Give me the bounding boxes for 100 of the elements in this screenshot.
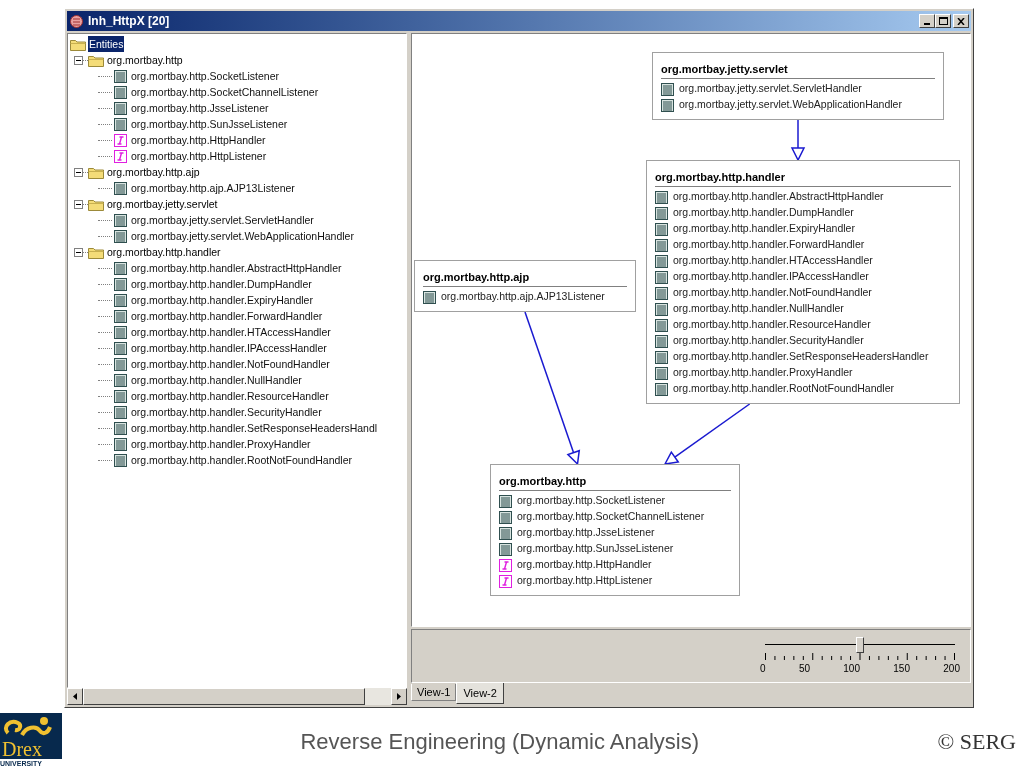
class-icon [661, 98, 674, 112]
left-arrow-icon [73, 693, 77, 700]
tree-toggle-icon[interactable] [74, 199, 83, 209]
zoom-slider[interactable] [765, 636, 955, 653]
class-icon [655, 286, 668, 300]
class-icon [114, 453, 127, 467]
class-icon [423, 290, 436, 304]
package-label[interactable]: org.mortbay.http.ajp [107, 164, 200, 180]
tree-root-label[interactable]: Entities [88, 36, 125, 52]
class-label[interactable]: org.mortbay.http.JsseListener [131, 100, 269, 116]
class-label[interactable]: org.mortbay.http.handler.IPAccessHandler [131, 340, 327, 356]
app-icon [69, 13, 84, 29]
class-label[interactable]: org.mortbay.http.HttpListener [131, 148, 267, 164]
close-button[interactable] [953, 14, 969, 28]
class-label[interactable]: org.mortbay.http.handler.RootNotFoundHandler [131, 452, 353, 468]
member-label: org.mortbay.http.handler.ExpiryHandler [673, 221, 855, 237]
copyright-text: © SERG [937, 728, 1017, 756]
package-node[interactable]: org.mortbay.jetty.servlet org.mortbay.jetty.servlet.ServletHandler org.mortbay.jetty.servlet.WebApplicationHandler [652, 52, 944, 120]
class-label[interactable]: org.mortbay.http.handler.AbstractHttpHandler [131, 260, 342, 276]
class-label[interactable]: org.mortbay.http.handler.NullHandler [131, 372, 302, 388]
class-icon [114, 437, 127, 451]
node-title: org.mortbay.http [499, 473, 587, 489]
slide-footer-title: Reverse Engineering (Dynamic Analysis) [300, 728, 700, 756]
tick-label: 50 [798, 661, 810, 676]
class-label[interactable]: org.mortbay.http.handler.HTAccessHandler [131, 324, 331, 340]
maximize-button[interactable] [935, 14, 951, 28]
tick-label: 100 [843, 661, 860, 676]
class-icon [655, 270, 668, 284]
scroll-left-button[interactable] [67, 688, 83, 705]
class-icon [114, 181, 127, 195]
interface-icon [499, 558, 512, 572]
member-label: org.mortbay.http.handler.SecurityHandler [673, 333, 864, 349]
class-label[interactable]: org.mortbay.jetty.servlet.WebApplicationHandler [131, 228, 354, 244]
class-icon [655, 190, 668, 204]
right-arrow-icon [397, 693, 401, 700]
member-label: org.mortbay.http.handler.ResourceHandler [673, 317, 871, 333]
member-label: org.mortbay.http.handler.HTAccessHandler [673, 253, 873, 269]
member-label: org.mortbay.jetty.servlet.ServletHandler [679, 81, 862, 97]
class-icon [655, 350, 668, 364]
class-label[interactable]: org.mortbay.http.handler.ResourceHandler [131, 388, 329, 404]
class-label[interactable]: org.mortbay.http.handler.ExpiryHandler [131, 292, 313, 308]
minimize-button[interactable] [919, 14, 935, 28]
class-label[interactable]: org.mortbay.http.handler.SetResponseHeadersHandl [131, 420, 378, 436]
member-label: org.mortbay.http.handler.ForwardHandler [673, 237, 865, 253]
member-label: org.mortbay.jetty.servlet.WebApplicationHandler [679, 97, 902, 113]
class-label[interactable]: org.mortbay.http.handler.SecurityHandler [131, 404, 322, 420]
package-label[interactable]: org.mortbay.http.handler [107, 244, 221, 260]
class-icon [114, 213, 127, 227]
folder-icon [88, 197, 104, 211]
class-icon [114, 357, 127, 371]
tree-toggle-icon[interactable] [74, 55, 83, 65]
class-label[interactable]: org.mortbay.http.ajp.AJP13Listener [131, 180, 295, 196]
member-label: org.mortbay.http.handler.AbstractHttpHandler [673, 189, 884, 205]
maximize-icon [938, 17, 948, 25]
class-label[interactable]: org.mortbay.http.SocketChannelListener [131, 84, 319, 100]
class-label[interactable]: org.mortbay.http.HttpHandler [131, 132, 266, 148]
class-label[interactable]: org.mortbay.http.SunJsseListener [131, 116, 288, 132]
interface-icon [499, 574, 512, 588]
class-icon [499, 510, 512, 524]
class-label[interactable]: org.mortbay.http.handler.ForwardHandler [131, 308, 323, 324]
class-label[interactable]: org.mortbay.http.handler.ProxyHandler [131, 436, 311, 452]
folder-icon [88, 53, 104, 67]
class-icon [114, 229, 127, 243]
class-icon [655, 302, 668, 316]
tree-toggle-icon[interactable] [74, 247, 83, 257]
class-icon [114, 117, 127, 131]
view-tab[interactable]: View-1 [411, 684, 457, 701]
class-icon [499, 526, 512, 540]
class-icon [499, 494, 512, 508]
inheritance-arrow [790, 119, 806, 162]
scrollbar-thumb[interactable] [83, 688, 365, 705]
tick-label: 200 [943, 661, 960, 676]
close-icon [957, 17, 965, 25]
horizontal-scrollbar[interactable] [67, 688, 407, 705]
node-title: org.mortbay.jetty.servlet [661, 61, 788, 77]
member-label: org.mortbay.http.HttpHandler [517, 557, 652, 573]
window-title: Inh_HttpX [20] [88, 13, 171, 30]
class-label[interactable]: org.mortbay.jetty.servlet.ServletHandler [131, 212, 314, 228]
tick-label: 0 [760, 661, 766, 676]
package-node[interactable]: org.mortbay.http.ajp org.mortbay.http.ajp.AJP13Listener [414, 260, 636, 312]
view-tab[interactable]: View-2 [456, 683, 504, 704]
tree-toggle-icon[interactable] [74, 167, 83, 177]
slider-ticks-icon [765, 652, 955, 661]
member-label: org.mortbay.http.handler.NullHandler [673, 301, 844, 317]
class-label[interactable]: org.mortbay.http.SocketListener [131, 68, 280, 84]
package-label[interactable]: org.mortbay.jetty.servlet [107, 196, 218, 212]
package-node[interactable] [646, 160, 960, 404]
class-label[interactable]: org.mortbay.http.handler.NotFoundHandler [131, 356, 330, 372]
class-icon [114, 101, 127, 115]
package-node[interactable] [490, 464, 740, 596]
class-label[interactable]: org.mortbay.http.handler.DumpHandler [131, 276, 312, 292]
class-icon [114, 341, 127, 355]
member-label: org.mortbay.http.JsseListener [517, 525, 655, 541]
slider-thumb[interactable] [856, 636, 864, 653]
class-icon [114, 85, 127, 99]
package-label[interactable]: org.mortbay.http [107, 52, 183, 68]
member-label: org.mortbay.http.SocketListener [517, 493, 666, 509]
folder-icon [70, 37, 86, 51]
class-icon [114, 389, 127, 403]
scroll-right-button[interactable] [391, 688, 407, 705]
